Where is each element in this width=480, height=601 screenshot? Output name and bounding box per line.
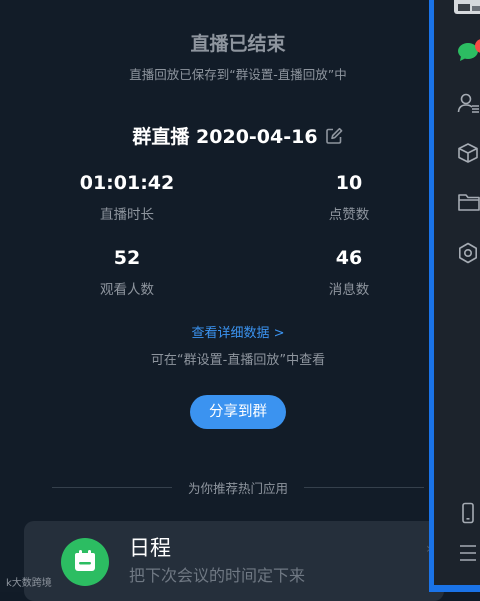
stat-value: 46 [335,247,363,269]
phone-icon[interactable] [457,502,480,524]
watermark-text: 大数跨境 [11,578,52,589]
avatar-thumbnail[interactable] [454,0,480,14]
live-ended-title: 直播已结束 [190,33,286,55]
stat-value: 52 [113,247,141,269]
folder-icon[interactable] [457,192,480,214]
right-sidebar: 1 [429,0,480,592]
watermark: k大数跨境 [6,574,52,589]
divider-right [304,487,424,488]
unread-count: 1 [475,39,480,53]
menu-icon[interactable] [457,543,480,565]
replay-saved-note: 直播回放已保存到“群设置-直播回放”中 [129,67,347,82]
stat-label: 点赞数 [328,207,370,223]
app-center-icon[interactable] [457,242,480,264]
unread-badge: 1 [475,39,480,53]
app-name: 日程 [129,536,171,560]
live-end-panel: 直播已结束 直播回放已保存到“群设置-直播回放”中 群直播 2020-04-16… [0,0,444,601]
stat-viewers: 52 观看人数 [67,247,187,298]
stat-value: 10 [335,172,363,194]
app-card-calendar[interactable]: 日程 把下次会议的时间定下来 › [24,521,444,601]
share-to-group-button[interactable]: 分享到群 [190,395,286,429]
stat-value: 01:01:42 [79,172,175,194]
stat-label: 直播时长 [100,207,154,223]
contacts-icon[interactable] [457,92,480,114]
view-details-link[interactable]: 查看详细数据 > [0,322,476,341]
stat-duration: 01:01:42 直播时长 [67,172,187,223]
details-location-hint: 可在“群设置-直播回放”中查看 [150,353,326,368]
calendar-icon [61,538,109,586]
live-title: 群直播 2020-04-16 [0,122,476,151]
app-description: 把下次会议的时间定下来 [129,566,306,585]
stat-messages: 46 消息数 [299,247,399,298]
stat-likes: 10 点赞数 [299,172,399,223]
edit-icon[interactable] [324,126,344,151]
live-title-text: 群直播 2020-04-16 [132,126,318,148]
stat-label: 观看人数 [100,282,154,298]
stat-label: 消息数 [328,282,370,298]
cube-icon[interactable] [457,142,480,164]
